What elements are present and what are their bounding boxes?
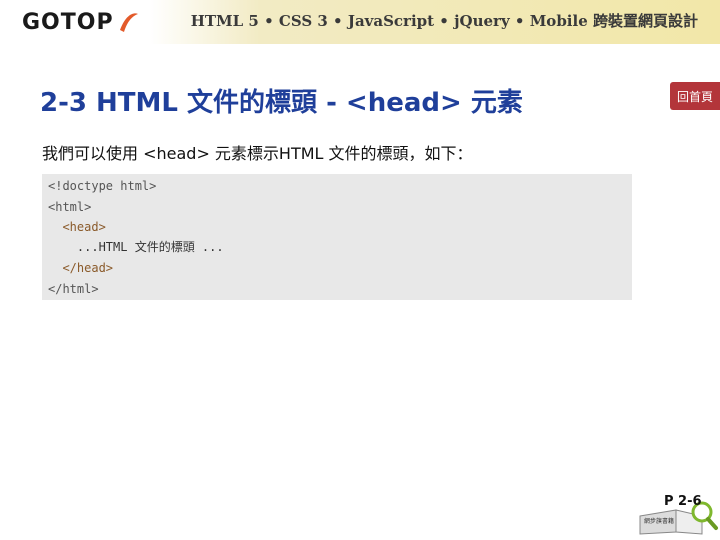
course-title-tech: HTML 5 • CSS 3 • JavaScript • jQuery • M… (190, 12, 588, 30)
course-title: HTML 5 • CSS 3 • JavaScript • jQuery • M… (191, 10, 698, 31)
code-line-doctype: <!doctype html> (48, 179, 157, 193)
code-line-head-open: <head> (48, 220, 106, 234)
home-button[interactable]: 回首頁 (670, 82, 720, 110)
page-number: P 2-6 (664, 494, 702, 509)
code-example-box: <!doctype html> <html> <head> ...HTML 文件… (42, 174, 632, 300)
logo-swoosh-icon (120, 13, 138, 32)
gotop-logo: GOTOP (22, 8, 138, 36)
intro-text: 我們可以使用 <head> 元素標示HTML 文件的標頭，如下： (42, 144, 473, 163)
code-line-html-close: </html> (48, 282, 99, 296)
slide-title: 2-3 HTML 文件的標頭 - <head> 元素 (40, 88, 523, 118)
course-title-cjk: 跨裝置網頁設計 (592, 12, 698, 30)
code-line-content: ...HTML 文件的標頭 ... (48, 240, 224, 254)
code-line-head-close: </head> (48, 261, 114, 275)
header-banner: GOTOP HTML 5 • CSS 3 • JavaScript • jQue… (0, 0, 720, 44)
code-line-html-open: <html> (48, 200, 92, 214)
home-button-label: 回首頁 (676, 89, 713, 104)
book-caption: 網步旗書籍 (644, 517, 674, 525)
logo-text: GOTOP (22, 9, 114, 35)
